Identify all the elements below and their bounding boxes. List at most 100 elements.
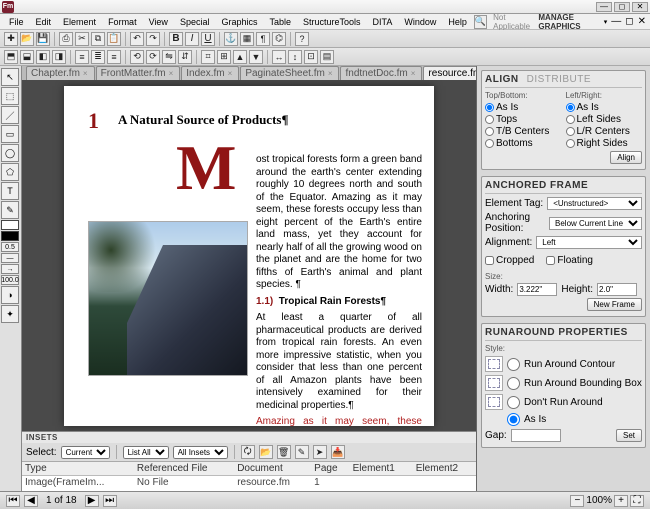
gap-input[interactable] [511,429,561,442]
color-tool-icon[interactable]: ◑ [1,286,19,304]
paste-icon[interactable]: 📋 [107,32,121,46]
page-view[interactable]: 1 A Natural Source of Products M ost tro… [22,80,476,431]
tb2-dist-h-icon[interactable]: ↔ [272,50,286,64]
tb2-back-icon[interactable]: ▼ [249,50,263,64]
lr-right-radio[interactable]: Right Sides [566,138,643,149]
menu-structuretools[interactable]: StructureTools [298,16,366,28]
tab-close-icon[interactable]: × [411,69,416,78]
menu-window[interactable]: Window [399,16,441,28]
manage-graphics-label[interactable]: MANAGE GRAPHICS [538,13,599,31]
distribute-tab[interactable]: DISTRIBUTE [527,74,591,85]
run-contour-option[interactable]: Run Around Contour [485,356,642,372]
prev-page-button[interactable]: ◀ [24,495,38,507]
structure-icon[interactable]: ⌬ [272,32,286,46]
tb-asis-radio[interactable]: As Is [485,102,562,113]
new-icon[interactable]: ✚ [4,32,18,46]
select-dropdown[interactable]: Current [61,446,110,459]
open-icon[interactable]: 📂 [20,32,34,46]
tab-chapter[interactable]: Chapter.fm× [26,66,95,80]
lr-left-radio[interactable]: Left Sides [566,114,643,125]
floating-checkbox[interactable]: Floating [546,255,593,266]
menu-element[interactable]: Element [58,16,101,28]
maximize-button[interactable]: ◻ [614,2,630,12]
first-page-button[interactable]: ⏮ [6,495,20,507]
tb2-3-icon[interactable]: ◧ [36,50,50,64]
poly-tool-icon[interactable]: ⬠ [1,163,19,181]
run-none-option[interactable]: Don't Run Around [485,394,642,410]
alignment-select[interactable]: Left [536,236,642,249]
tb2-flip-v-icon[interactable]: ⇵ [178,50,192,64]
underline-icon[interactable]: U [201,32,215,46]
zoom-in-button[interactable]: + [614,495,628,507]
tab-close-icon[interactable]: × [328,69,333,78]
tab-close-icon[interactable]: × [169,69,174,78]
pointer-tool-icon[interactable]: ↖ [1,68,19,86]
catalog-icon[interactable]: ¶ [256,32,270,46]
tb2-front-icon[interactable]: ▲ [233,50,247,64]
tab-fndtnet[interactable]: fndtnetDoc.fm× [340,66,422,80]
width-input[interactable] [517,283,557,296]
tb-tops-radio[interactable]: Tops [485,114,562,125]
menu-help[interactable]: Help [443,16,472,28]
tb-bottoms-radio[interactable]: Bottoms [485,138,562,149]
tb2-align-l-icon[interactable]: ≡ [75,50,89,64]
cut-icon[interactable]: ✂ [75,32,89,46]
rect-tool-icon[interactable]: ▭ [1,125,19,143]
tab-close-icon[interactable]: × [228,69,233,78]
tb2-ungroup-icon[interactable]: ⊞ [217,50,231,64]
lineend-icon[interactable]: → [1,264,19,274]
tab-frontmatter[interactable]: FrontMatter.fm× [96,66,181,80]
close-button[interactable]: ✕ [632,2,648,12]
table-icon[interactable]: ▦ [240,32,254,46]
tab-resource[interactable]: resource.fm× [423,66,476,80]
panel-max-button[interactable]: ◻ [625,16,633,27]
zoom-fit-button[interactable]: ⛶ [630,495,644,507]
last-page-button[interactable]: ⏭ [103,495,117,507]
tb2-dist-v-icon[interactable]: ↕ [288,50,302,64]
oval-tool-icon[interactable]: ◯ [1,144,19,162]
tb2-rotate-r-icon[interactable]: ⟳ [146,50,160,64]
menu-table[interactable]: Table [264,16,296,28]
tb2-grid-icon[interactable]: ▤ [320,50,334,64]
tb2-1-icon[interactable]: ⬒ [4,50,18,64]
print-icon[interactable]: ⎙ [59,32,73,46]
next-page-button[interactable]: ▶ [85,495,99,507]
insets-goto-icon[interactable]: ➤ [313,445,327,459]
text-tool-icon[interactable]: T [1,182,19,200]
anchored-image[interactable] [88,221,248,376]
tab-index[interactable]: Index.fm× [181,66,239,80]
copy-icon[interactable]: ⧉ [91,32,105,46]
cropped-checkbox[interactable]: Cropped [485,255,534,266]
insets-edit-icon[interactable]: ✎ [295,445,309,459]
menu-edit[interactable]: Edit [31,16,57,28]
menu-file[interactable]: File [4,16,29,28]
col-elem1[interactable]: Element1 [350,462,413,476]
tb2-group-icon[interactable]: ⌗ [201,50,215,64]
height-input[interactable] [597,283,637,296]
eyedrop-tool-icon[interactable]: ✦ [1,305,19,323]
col-type[interactable]: Type [22,462,134,476]
insets-import-icon[interactable]: 📥 [331,445,345,459]
zoom-out-button[interactable]: − [570,495,584,507]
tb2-snap-icon[interactable]: ⊡ [304,50,318,64]
tb2-flip-h-icon[interactable]: ⇋ [162,50,176,64]
page-canvas[interactable]: 1 A Natural Source of Products M ost tro… [64,86,434,426]
menu-view[interactable]: View [144,16,173,28]
line-tool-icon[interactable]: ／ [1,106,19,124]
run-bbox-option[interactable]: Run Around Bounding Box [485,375,642,391]
new-frame-button[interactable]: New Frame [587,298,642,311]
listall-dropdown[interactable]: List All [123,446,169,459]
tb2-align-c-icon[interactable]: ≣ [91,50,105,64]
anchor-icon[interactable]: ⚓ [224,32,238,46]
element-tag-select[interactable]: <Unstructured> [547,197,642,210]
panel-close-button[interactable]: ✕ [638,16,646,27]
menu-special[interactable]: Special [175,16,215,28]
lr-centers-radio[interactable]: L/R Centers [566,126,643,137]
bold-icon[interactable]: B [169,32,183,46]
tab-close-icon[interactable]: × [83,69,88,78]
menu-format[interactable]: Format [103,16,142,28]
insets-refresh-icon[interactable]: 🗘 [241,445,255,459]
minimize-button[interactable]: — [596,2,612,12]
align-tab[interactable]: ALIGN [485,74,519,85]
col-doc[interactable]: Document [234,462,311,476]
